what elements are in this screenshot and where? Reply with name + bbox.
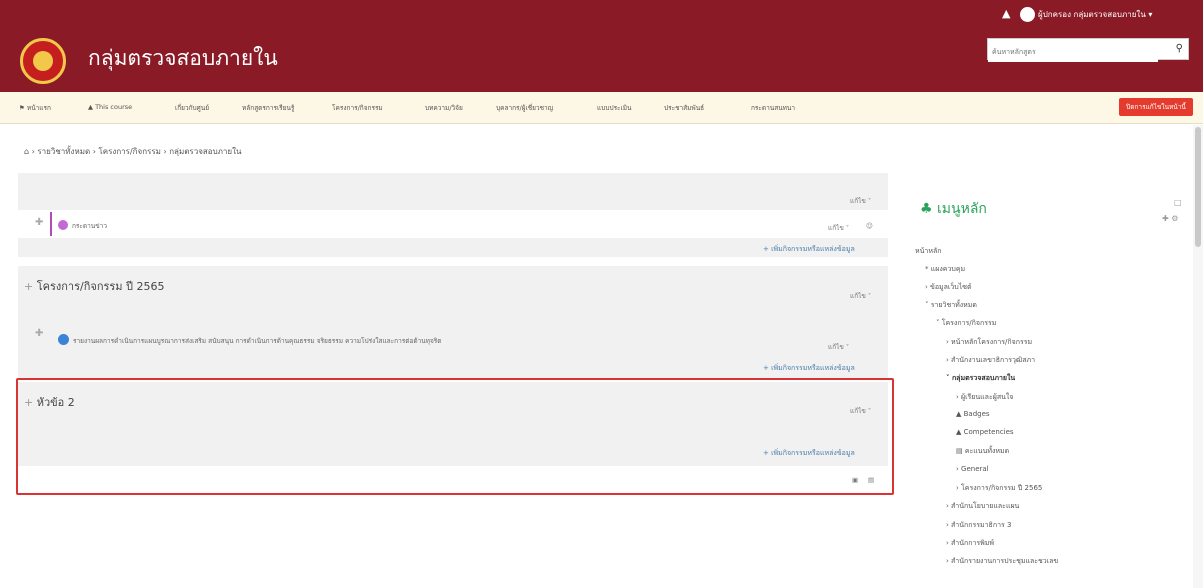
highlight-box bbox=[16, 378, 894, 495]
move-icon[interactable]: ✚ bbox=[35, 217, 43, 228]
section-title[interactable]: + โครงการ/กิจกรรม ปี 2565 bbox=[24, 277, 165, 295]
sidebar-item[interactable]: ▲ Badges bbox=[956, 410, 990, 418]
activity-edit-menu[interactable]: แก้ไข ˅ bbox=[828, 223, 849, 233]
sidebar-item[interactable]: › สำนักนโยบายและแผน bbox=[946, 501, 1019, 512]
site-logo[interactable] bbox=[20, 38, 66, 84]
nav-item-survey[interactable]: แบบประเมิน bbox=[597, 103, 632, 113]
sidebar-item[interactable]: › โครงการ/กิจกรรม ปี 2565 bbox=[956, 483, 1042, 494]
breadcrumb-item[interactable]: กลุ่มตรวจสอบภายใน bbox=[169, 147, 241, 156]
search-box: ⚲ bbox=[987, 38, 1189, 62]
nav-item-articles[interactable]: บทความ/วิจัย bbox=[425, 103, 463, 113]
dock-icon[interactable]: □ bbox=[1174, 198, 1182, 207]
site-title[interactable]: กลุ่มตรวจสอบภายใน bbox=[88, 42, 278, 75]
sidebar-item[interactable]: ▤ คะแนนทั้งหมด bbox=[956, 446, 1009, 457]
activity-indent bbox=[50, 212, 52, 236]
sidebar-item[interactable]: › สำนักกรรมาธิการ 3 bbox=[946, 520, 1011, 531]
activity-row bbox=[18, 210, 888, 238]
sidebar-item[interactable]: › General bbox=[956, 465, 989, 473]
sidebar-item[interactable]: ▲ Competencies bbox=[956, 428, 1014, 436]
nav-item-this-course[interactable]: ▲ This course bbox=[88, 103, 132, 111]
activity-link[interactable]: รายงานผลการดำเนินการแผนบูรณาการส่งเสริม … bbox=[73, 336, 441, 346]
search-input[interactable] bbox=[988, 42, 1158, 62]
block-actions-icon[interactable]: ✚ ⚙ bbox=[1162, 214, 1178, 223]
activity-link[interactable]: กระดานข่าว bbox=[72, 221, 107, 231]
nav-item-projects[interactable]: โครงการ/กิจกรรม bbox=[332, 103, 383, 113]
search-icon[interactable]: ⚲ bbox=[1176, 43, 1183, 54]
sidebar-item[interactable]: หน้าหลัก bbox=[915, 246, 941, 257]
edit-menu[interactable]: แก้ไข ˅ bbox=[850, 196, 871, 206]
add-activity-link[interactable]: + เพิ่มกิจกรรมหรือแหล่งข้อมูล bbox=[763, 363, 855, 374]
edit-menu[interactable]: แก้ไข ˅ bbox=[850, 291, 871, 301]
sidebar-title: ♣ เมนูหลัก bbox=[920, 201, 987, 217]
activity-edit-menu[interactable]: แก้ไข ˅ bbox=[828, 342, 849, 352]
assignment-icon bbox=[58, 334, 69, 345]
sidebar-item[interactable]: › สำนักการพิมพ์ bbox=[946, 538, 994, 549]
nav-item-home[interactable]: ⚑ หน้าแรก bbox=[19, 103, 51, 113]
sidebar-item[interactable]: › สำนักงานเลขาธิการวุฒิสภา bbox=[946, 355, 1035, 366]
breadcrumb-item[interactable]: โครงการ/กิจกรรม bbox=[98, 147, 160, 156]
bell-icon[interactable]: ▲ bbox=[1002, 8, 1012, 19]
sidebar-item[interactable]: › ข้อมูลเว็บไซต์ bbox=[925, 282, 972, 293]
avatar[interactable] bbox=[1020, 7, 1035, 22]
breadcrumb-item[interactable]: รายวิชาทั้งหมด bbox=[37, 147, 90, 156]
breadcrumb: ⌂ › รายวิชาทั้งหมด › โครงการ/กิจกรรม › ก… bbox=[24, 147, 242, 156]
home-icon[interactable]: ⌂ bbox=[24, 147, 29, 156]
sidebar-item[interactable]: ˅ โครงการ/กิจกรรม bbox=[936, 318, 996, 329]
move-icon[interactable]: ✚ bbox=[35, 328, 43, 339]
page-scrollbar[interactable] bbox=[1193, 125, 1203, 588]
user-menu[interactable]: ผู้ปกครอง กลุ่มตรวจสอบภายใน ▾ bbox=[1038, 8, 1152, 21]
sidebar-item[interactable]: › ผู้เรียนและผู้สนใจ bbox=[956, 392, 1013, 403]
site-header: กลุ่มตรวจสอบภายใน ⚲ bbox=[0, 30, 1203, 92]
sidebar-item[interactable]: › หน้าหลักโครงการ/กิจกรรม bbox=[946, 337, 1032, 348]
sidebar-item-current[interactable]: ˅ กลุ่มตรวจสอบภายใน bbox=[946, 373, 1015, 384]
nav-item-pr[interactable]: ประชาสัมพันธ์ bbox=[664, 103, 704, 113]
scrollbar-thumb[interactable] bbox=[1195, 127, 1201, 247]
nav-item-forum[interactable]: กระดานสนทนา bbox=[751, 103, 795, 113]
nav-item-about[interactable]: เกี่ยวกับศูนย์ bbox=[175, 103, 209, 113]
top-bar: ▲ ผู้ปกครอง กลุ่มตรวจสอบภายใน ▾ bbox=[0, 0, 1203, 30]
person-icon[interactable]: ☺ bbox=[866, 222, 873, 230]
forum-icon bbox=[58, 220, 68, 230]
nav-item-courses[interactable]: หลักสูตรการเรียนรู้ bbox=[242, 103, 294, 113]
sidebar-item[interactable]: ˅ รายวิชาทั้งหมด bbox=[925, 300, 977, 311]
sidebar-item[interactable]: * แผงควบคุม bbox=[925, 264, 965, 275]
sidebar-item[interactable]: › สำนักรายงานการประชุมและชวเลข bbox=[946, 556, 1058, 567]
add-activity-link[interactable]: + เพิ่มกิจกรรมหรือแหล่งข้อมูล bbox=[763, 244, 855, 255]
turn-editing-off-button[interactable]: ปิดการแก้ไขในหน้านี้ bbox=[1119, 98, 1193, 116]
nav-item-staff[interactable]: บุคลากร/ผู้เชี่ยวชาญ bbox=[496, 103, 553, 113]
main-nav: ⚑ หน้าแรก ▲ This course เกี่ยวกับศูนย์ ห… bbox=[0, 92, 1203, 124]
